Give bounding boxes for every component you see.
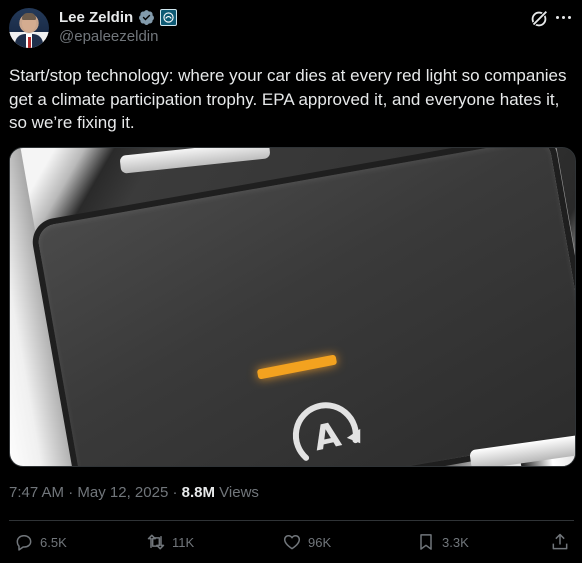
gov-affiliation-badge-icon[interactable] <box>160 9 178 26</box>
share-button[interactable] <box>550 532 570 552</box>
views-count: 8.8M <box>181 484 215 501</box>
epa-logo-icon <box>163 12 174 23</box>
avatar[interactable] <box>9 8 49 48</box>
reply-count: 6.5K <box>40 534 67 550</box>
author-handle[interactable]: @epaleezeldin <box>59 28 158 45</box>
like-button[interactable]: 96K <box>282 532 331 552</box>
repost-button[interactable]: 11K <box>146 532 194 552</box>
action-bar: 6.5K 11K 96K 3.3K <box>0 532 582 558</box>
like-count: 96K <box>308 534 332 550</box>
bookmark-icon <box>420 534 432 550</box>
repost-count: 11K <box>172 534 195 550</box>
tweet-meta: 7:47 AM · May 12, 2025 · 8.8M Views <box>9 484 259 501</box>
divider <box>9 520 574 521</box>
auto-icon-letter: A <box>310 415 345 460</box>
author-name-row: Lee Zeldin <box>59 9 178 26</box>
share-icon <box>552 533 568 550</box>
avatar-tie <box>28 37 31 48</box>
verified-badge-icon[interactable] <box>138 9 155 26</box>
reply-icon <box>16 535 32 551</box>
chrome-trim-top <box>119 148 271 174</box>
more-options-icon[interactable] <box>556 16 571 19</box>
bookmark-button[interactable]: 3.3K <box>416 532 469 552</box>
tweet-date[interactable]: May 12, 2025 <box>77 484 168 501</box>
tweet-text: Start/stop technology: where your car di… <box>9 66 567 132</box>
repost-icon <box>147 534 165 550</box>
auto-start-stop-icon: A <box>292 402 361 461</box>
meta-separator: · <box>68 484 74 501</box>
grok-icon[interactable] <box>528 8 550 30</box>
tweet-time[interactable]: 7:47 AM <box>9 484 64 501</box>
display-name[interactable]: Lee Zeldin <box>59 9 133 26</box>
bookmark-count: 3.3K <box>442 534 469 550</box>
meta-separator-2: · <box>172 484 178 501</box>
reply-button[interactable]: 6.5K <box>14 532 67 552</box>
views-label: Views <box>219 484 259 501</box>
avatar-hair <box>22 13 36 20</box>
heart-icon <box>283 535 301 550</box>
tweet-media-image[interactable]: A OFF <box>9 147 576 467</box>
